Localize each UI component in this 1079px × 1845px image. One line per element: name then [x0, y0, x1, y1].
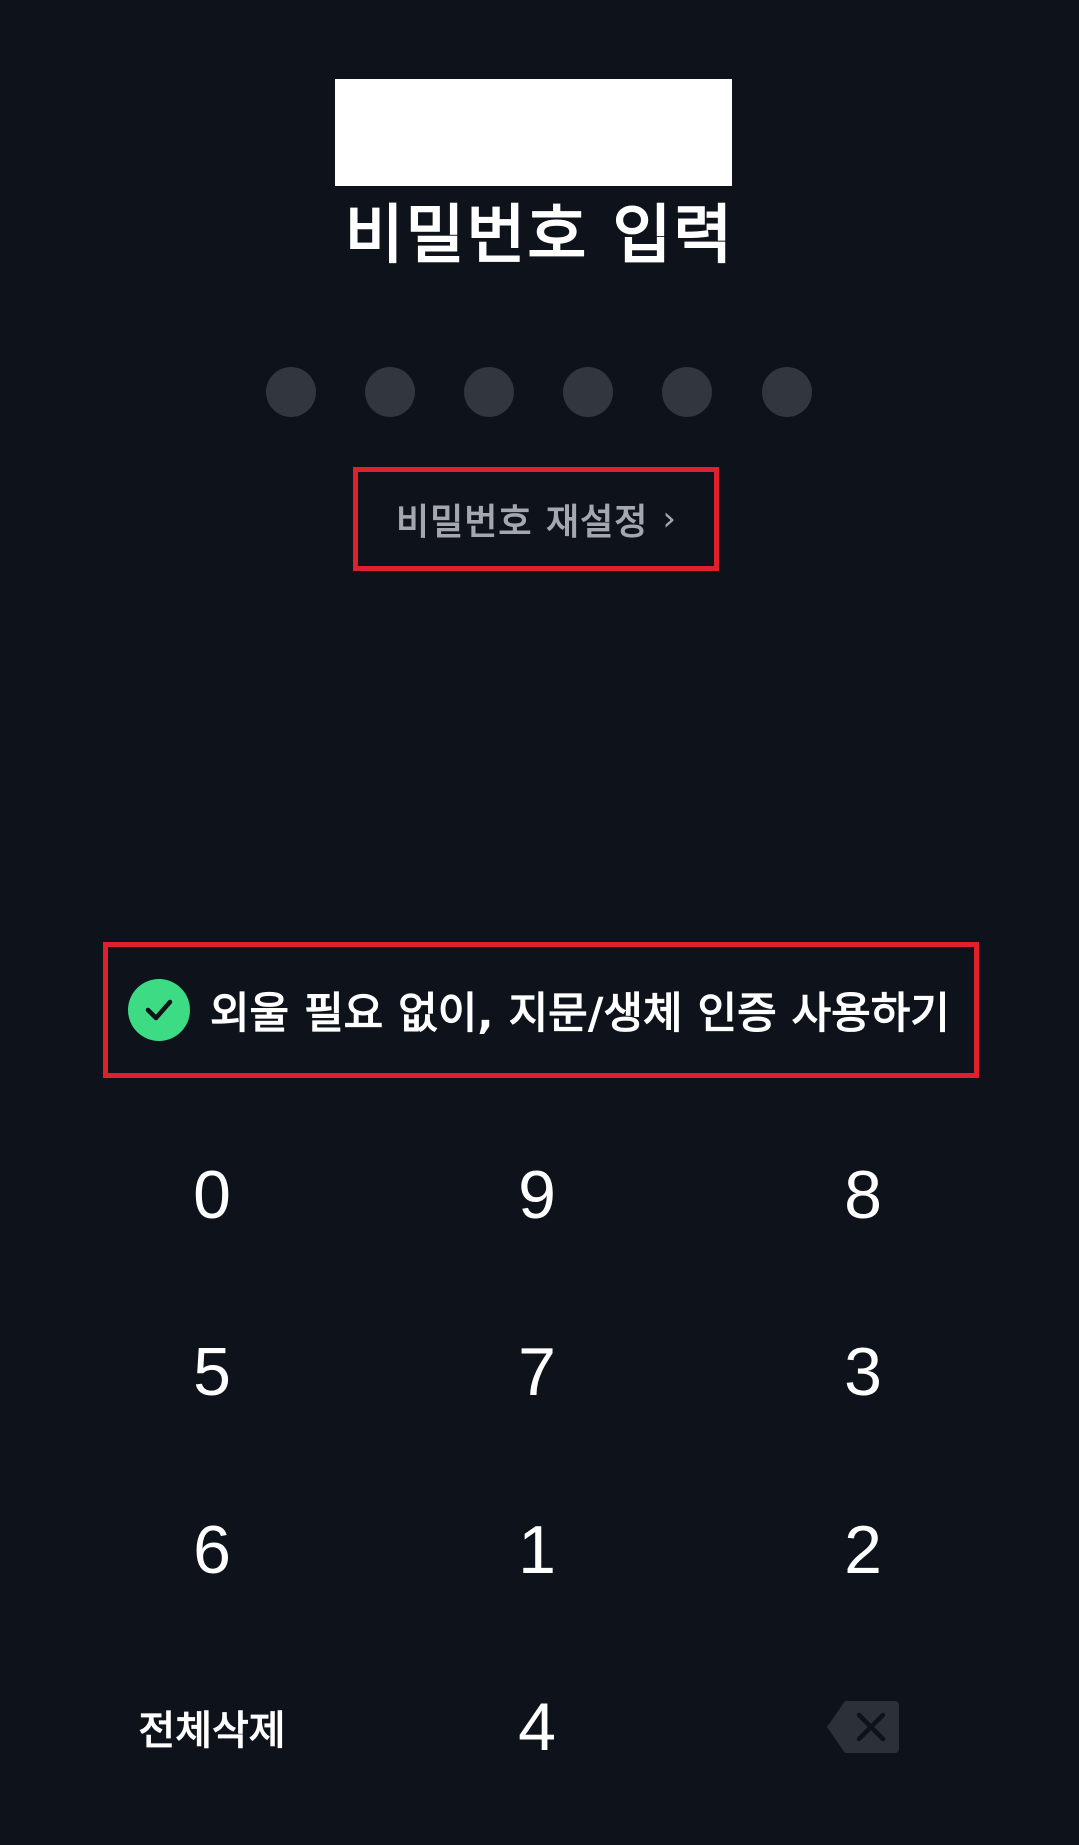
key-4[interactable]: 4 [387, 1652, 687, 1802]
number-keypad: 0 9 8 5 7 3 6 1 2 전체삭제 4 [0, 1120, 1079, 1830]
key-3[interactable]: 3 [713, 1297, 1013, 1447]
pin-dot [365, 367, 415, 417]
key-0[interactable]: 0 [62, 1120, 362, 1270]
key-6[interactable]: 6 [62, 1475, 362, 1625]
reset-password-link[interactable]: 비밀번호 재설정 › [353, 467, 719, 571]
key-7[interactable]: 7 [387, 1297, 687, 1447]
key-1[interactable]: 1 [387, 1475, 687, 1625]
key-8[interactable]: 8 [713, 1120, 1013, 1270]
key-5[interactable]: 5 [62, 1297, 362, 1447]
page-title: 비밀번호 입력 [344, 199, 735, 273]
pin-dot [662, 367, 712, 417]
backspace-button[interactable] [713, 1652, 1013, 1802]
pin-indicator [266, 367, 812, 417]
clear-all-button[interactable]: 전체삭제 [62, 1652, 362, 1802]
biometric-option-toggle[interactable]: 외울 필요 없이, 지문/생체 인증 사용하기 [103, 942, 979, 1078]
key-9[interactable]: 9 [387, 1120, 687, 1270]
pin-dot [464, 367, 514, 417]
reset-password-label: 비밀번호 재설정 [396, 502, 649, 543]
biometric-option-label: 외울 필요 없이, 지문/생체 인증 사용하기 [210, 989, 950, 1039]
clear-all-label: 전체삭제 [138, 1708, 286, 1754]
key-2[interactable]: 2 [713, 1475, 1013, 1625]
check-icon[interactable] [128, 979, 190, 1041]
chevron-right-icon: › [662, 499, 676, 539]
backspace-icon [827, 1701, 899, 1753]
pin-dot [563, 367, 613, 417]
pin-dot [266, 367, 316, 417]
redacted-logo-area [335, 79, 732, 186]
pin-dot [762, 367, 812, 417]
